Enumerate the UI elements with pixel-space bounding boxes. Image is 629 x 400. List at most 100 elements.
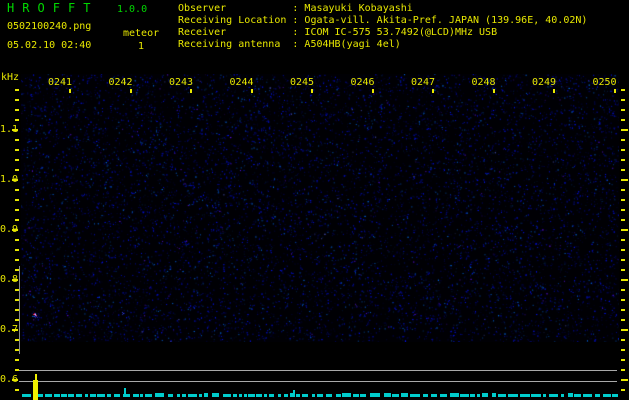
- info-line-receiving-antenna: Receiving antenna : A504HB(yagi 4el): [178, 39, 401, 50]
- level-segment: [145, 394, 153, 397]
- x-tick-label-0249: 0249: [532, 77, 557, 88]
- y-minor-tick: [15, 99, 19, 101]
- level-segment: [248, 394, 255, 397]
- level-segment: [84, 394, 89, 397]
- y-minor-tick-right: [621, 149, 625, 151]
- y-minor-tick-right: [621, 389, 625, 391]
- y-major-tick: [12, 129, 18, 131]
- level-segment: [311, 394, 315, 397]
- y-minor-tick: [15, 249, 19, 251]
- y-tick-label-0.9: 0.9: [0, 224, 19, 235]
- y-minor-tick-right: [621, 159, 625, 161]
- y-minor-tick: [15, 139, 19, 141]
- app-version: 1.0.0: [117, 4, 148, 15]
- y-minor-tick-right: [621, 239, 625, 241]
- x-tick-mark: [613, 89, 616, 93]
- level-segment: [232, 394, 238, 397]
- y-minor-tick-right: [621, 349, 625, 351]
- level-segment: [401, 393, 409, 397]
- level-segment: [238, 394, 242, 397]
- y-major-tick-right: [621, 279, 628, 281]
- y-minor-tick: [15, 239, 19, 241]
- y-minor-tick-right: [621, 269, 625, 271]
- y-minor-tick: [15, 209, 19, 211]
- level-segment: [450, 393, 459, 397]
- level-segment: [296, 394, 300, 397]
- level-segment: [573, 394, 582, 397]
- y-minor-tick-right: [621, 99, 625, 101]
- y-minor-tick: [15, 169, 19, 171]
- level-segment: [612, 394, 618, 397]
- hrofft-window: H R O F F T 1.0.0 0502100240.png meteor …: [0, 0, 629, 400]
- y-minor-tick: [15, 149, 19, 151]
- level-segment: [211, 393, 220, 397]
- y-minor-tick-right: [621, 359, 625, 361]
- x-tick-mark: [553, 89, 555, 93]
- y-tick-label-0.7: 0.7: [0, 324, 19, 335]
- y-major-tick-right: [621, 129, 628, 131]
- level-segment: [360, 394, 367, 397]
- y-major-tick-right: [621, 379, 628, 381]
- info-line-receiver: Receiver : ICOM IC-575 53.7492(@LCD)MHz …: [178, 27, 498, 38]
- db-scale-bar: [19, 266, 20, 354]
- echo-spike: [33, 380, 38, 400]
- spectrogram-noise-canvas: [21, 74, 619, 342]
- level-bump: [293, 390, 295, 397]
- output-filename: 0502100240.png: [7, 21, 92, 32]
- x-tick-mark: [432, 89, 434, 93]
- y-minor-tick-right: [621, 299, 625, 301]
- x-tick-mark: [129, 89, 132, 93]
- level-segment: [187, 394, 197, 397]
- station-info-block: Observer : Masayuki Kobayashi Receiving L…: [178, 3, 587, 51]
- y-minor-tick: [15, 389, 19, 391]
- level-segment: [470, 394, 475, 397]
- y-tick-label-0.8: 0.8: [0, 274, 19, 285]
- y-minor-tick-right: [621, 339, 625, 341]
- level-segment: [383, 393, 391, 397]
- y-major-tick-right: [621, 329, 628, 331]
- level-segment: [497, 394, 506, 397]
- level-segment: [107, 394, 112, 397]
- x-tick-label-0241: 0241: [48, 77, 73, 88]
- y-minor-tick-right: [621, 89, 625, 91]
- y-tick-label-0.6: 0.6: [0, 374, 19, 385]
- y-major-tick-right: [621, 179, 628, 181]
- level-segment: [531, 394, 541, 397]
- level-segment: [22, 394, 32, 397]
- level-segment: [594, 394, 601, 397]
- level-segment: [302, 394, 309, 397]
- level-segment: [370, 393, 380, 397]
- level-segment: [422, 394, 428, 397]
- mode-label: meteor: [123, 28, 160, 39]
- y-minor-tick-right: [621, 289, 625, 291]
- y-tick-label-1.1: 1.1: [0, 124, 19, 135]
- x-tick-label-0250: 0250: [592, 77, 617, 88]
- x-tick-mark: [371, 89, 374, 93]
- level-segment: [410, 394, 420, 397]
- level-segment: [440, 394, 447, 397]
- y-minor-tick: [15, 109, 19, 111]
- y-major-tick: [12, 179, 18, 181]
- info-line-observer: Observer : Masayuki Kobayashi: [178, 3, 413, 14]
- level-segment: [53, 394, 60, 397]
- level-segment: [391, 394, 400, 397]
- x-tick-mark: [311, 89, 313, 93]
- level-segment: [269, 394, 275, 397]
- level-segment: [431, 394, 438, 397]
- level-segment: [491, 393, 497, 397]
- y-minor-tick-right: [621, 219, 625, 221]
- y-minor-tick-right: [621, 139, 625, 141]
- y-minor-tick: [15, 359, 19, 361]
- level-reference-line-lower: [19, 381, 617, 382]
- echo-spike-tip: [35, 374, 37, 381]
- y-major-tick: [12, 379, 18, 381]
- level-segment: [182, 394, 187, 397]
- level-segment: [335, 394, 341, 397]
- y-minor-tick: [15, 89, 19, 91]
- level-segment: [204, 393, 208, 397]
- level-segment: [459, 394, 469, 397]
- y-minor-tick-right: [621, 209, 625, 211]
- x-tick-label-0243: 0243: [169, 77, 194, 88]
- y-minor-tick-right: [621, 199, 625, 201]
- level-segment: [68, 394, 74, 397]
